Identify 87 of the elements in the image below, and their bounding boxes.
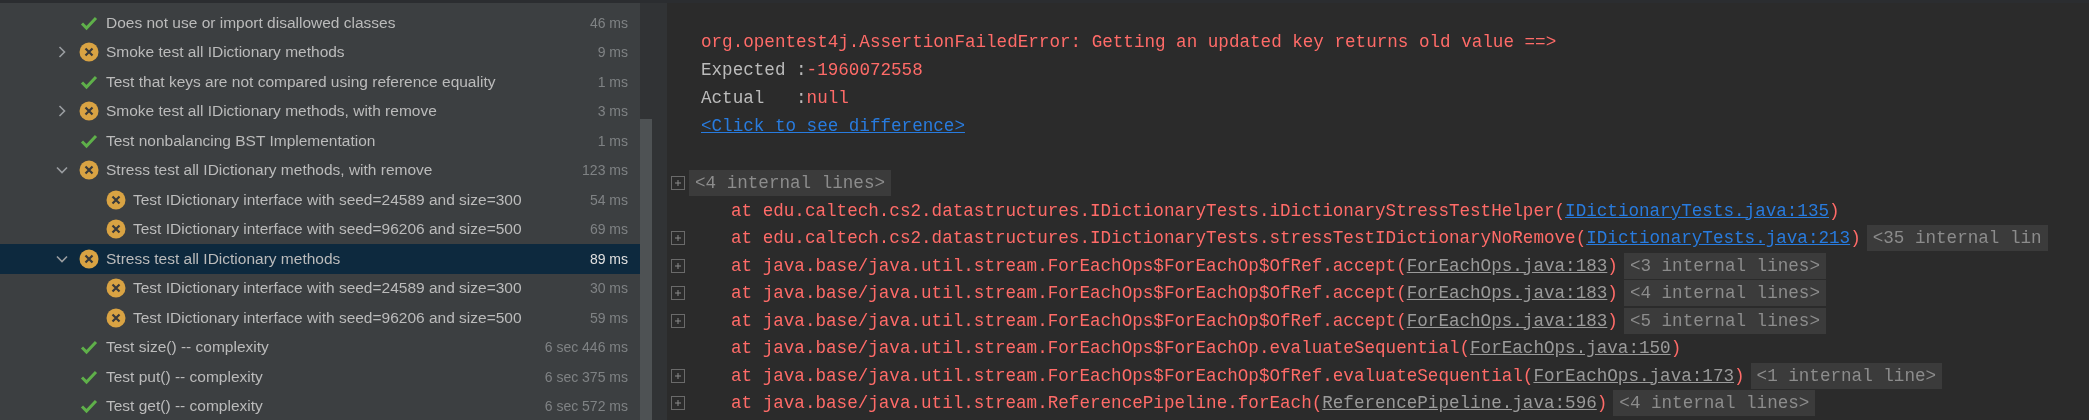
- test-name: Test that keys are not compared using reference equality: [106, 72, 497, 91]
- test-name: Test nonbalancing BST Implementation: [106, 131, 377, 150]
- test-row[interactable]: Test IDictionary interface with seed=96206 and size=500 69 ms: [0, 214, 640, 244]
- folded-lines[interactable]: <1 internal line>: [1750, 362, 1943, 389]
- test-duration: 6 sec 375 ms: [544, 368, 628, 385]
- expand-fold-icon[interactable]: [671, 396, 685, 411]
- error-message: org.opentest4j.AssertionFailedError: Getting an updated key returns old value ==>: [701, 31, 1557, 52]
- test-duration: 3 ms: [597, 103, 628, 120]
- stack-frame: at edu.caltech.cs2.datastructures.IDictionaryTests.iDictionaryStressTestHelper(: [731, 200, 1566, 221]
- stack-frame: ): [1596, 393, 1608, 414]
- test-row[interactable]: Test IDictionary interface with seed=96206 and size=500 59 ms: [0, 303, 640, 333]
- test-row[interactable]: Smoke test all IDictionary methods 9 ms: [0, 37, 640, 67]
- value-label: Actual :: [701, 88, 807, 108]
- test-name: Test put() -- complexity: [106, 367, 264, 386]
- value-text: null: [806, 88, 849, 108]
- test-row[interactable]: Smoke test all IDictionary methods, with remove 3 ms: [0, 96, 640, 126]
- test-duration: 46 ms: [589, 14, 628, 31]
- stack-frame: at java.base/java.util.stream.ForEachOps$ForEachOp.evaluateSequential(: [731, 338, 1471, 359]
- test-duration: 123 ms: [582, 162, 628, 179]
- stack-frame: at java.base/java.util.stream.ForEachOps$ForEachOp$OfRef.evaluateSequential(: [731, 365, 1534, 386]
- folded-lines[interactable]: <4 internal lines>: [1613, 390, 1816, 417]
- test-row[interactable]: Test get() -- complexity 6 sec 572 ms: [0, 391, 640, 420]
- test-name: Stress test all IDictionary methods: [106, 249, 342, 268]
- test-row[interactable]: Test IDictionary interface with seed=24589 and size=300 30 ms: [0, 273, 640, 303]
- test-duration: 6 sec 572 ms: [544, 398, 628, 415]
- stack-frame: at java.base/java.util.stream.ForEachOps$ForEachOp$OfRef.accept(: [731, 255, 1407, 276]
- test-name: Test IDictionary interface with seed=96206 and size=500: [133, 220, 523, 239]
- scrollbar-thumb[interactable]: [640, 119, 652, 420]
- test-duration: 30 ms: [589, 280, 628, 297]
- test-row[interactable]: Does not use or import disallowed classes 46 ms: [0, 8, 640, 38]
- value-label: Expected :: [701, 60, 807, 80]
- test-name: Test IDictionary interface with seed=96206 and size=500: [133, 308, 523, 327]
- test-duration: 9 ms: [597, 44, 628, 61]
- stack-frame: at edu.caltech.cs2.datastructures.IDictionaryTests.stressTestIDictionaryNoRemove(: [731, 228, 1587, 249]
- test-duration: 1 ms: [597, 73, 628, 90]
- test-name: Test IDictionary interface with seed=24589 and size=300: [133, 279, 523, 298]
- test-name: Stress test all IDictionary methods, with remove: [106, 161, 434, 180]
- test-row[interactable]: Test size() -- complexity 6 sec 446 ms: [0, 332, 640, 362]
- source-link[interactable]: ForEachOps.java:150: [1470, 338, 1671, 359]
- test-name: Smoke test all IDictionary methods, with remove: [106, 102, 438, 121]
- test-row[interactable]: Test that keys are not compared using reference equality 1 ms: [0, 67, 640, 97]
- source-link[interactable]: ForEachOps.java:183: [1406, 255, 1608, 276]
- source-link[interactable]: ForEachOps.java:183: [1406, 283, 1608, 304]
- test-duration: 59 ms: [589, 309, 628, 326]
- source-link[interactable]: IDictionaryTests.java:135: [1565, 200, 1830, 221]
- expand-fold-icon[interactable]: [671, 368, 685, 383]
- source-link[interactable]: IDictionaryTests.java:213: [1586, 228, 1851, 249]
- test-name: Does not use or import disallowed classes: [106, 13, 397, 32]
- test-row[interactable]: Test put() -- complexity 6 sec 375 ms: [0, 362, 640, 392]
- folded-lines[interactable]: <35 internal lin: [1866, 225, 2048, 252]
- expand-fold-icon[interactable]: [671, 258, 685, 273]
- stack-frame: ): [1607, 310, 1618, 331]
- expand-fold-icon[interactable]: [671, 286, 685, 301]
- source-link[interactable]: ReferencePipeline.java:596: [1322, 393, 1597, 414]
- expand-fold-icon[interactable]: [671, 313, 685, 328]
- test-duration: 6 sec 446 ms: [544, 339, 628, 356]
- test-duration: 54 ms: [589, 191, 628, 208]
- test-row[interactable]: Test IDictionary interface with seed=24589 and size=300 54 ms: [0, 185, 640, 215]
- source-link[interactable]: ForEachOps.java:173: [1533, 365, 1734, 386]
- stack-frame: at java.base/java.util.stream.ReferencePipeline.forEach(: [731, 393, 1323, 414]
- difference-link[interactable]: <Click to see difference>: [701, 116, 965, 136]
- folded-lines[interactable]: <4 internal lines>: [689, 169, 892, 196]
- expand-fold-icon[interactable]: [671, 175, 685, 190]
- test-name: Smoke test all IDictionary methods: [106, 43, 346, 62]
- test-row[interactable]: Stress test all IDictionary methods 89 ms: [0, 244, 640, 274]
- test-duration: 89 ms: [589, 250, 628, 267]
- source-link[interactable]: ForEachOps.java:183: [1406, 310, 1608, 331]
- expand-fold-icon[interactable]: [671, 231, 685, 246]
- stack-frame: ): [1829, 200, 1840, 221]
- folded-lines[interactable]: <3 internal lines>: [1623, 252, 1826, 279]
- folded-lines[interactable]: <5 internal lines>: [1623, 307, 1826, 334]
- test-duration: 69 ms: [589, 221, 628, 238]
- stack-frame: ): [1734, 365, 1745, 386]
- folded-lines[interactable]: <4 internal lines>: [1623, 280, 1826, 307]
- test-name: Test size() -- complexity: [106, 338, 270, 357]
- value-text: -1960072558: [806, 60, 923, 80]
- stack-frame: ): [1607, 283, 1618, 304]
- stack-frame: ): [1607, 255, 1618, 276]
- test-row[interactable]: Stress test all IDictionary methods, with remove 123 ms: [0, 155, 640, 185]
- stack-frame: ): [1850, 228, 1861, 249]
- test-row[interactable]: Test nonbalancing BST Implementation 1 ms: [0, 126, 640, 156]
- test-name: Test IDictionary interface with seed=24589 and size=300: [133, 190, 523, 209]
- test-name: Test get() -- complexity: [106, 397, 264, 416]
- stack-frame: ): [1670, 338, 1682, 359]
- test-duration: 1 ms: [597, 132, 628, 149]
- stack-frame: at java.base/java.util.stream.ForEachOps$ForEachOp$OfRef.accept(: [731, 310, 1407, 331]
- stack-frame: at java.base/java.util.stream.ForEachOps$ForEachOp$OfRef.accept(: [731, 283, 1407, 304]
